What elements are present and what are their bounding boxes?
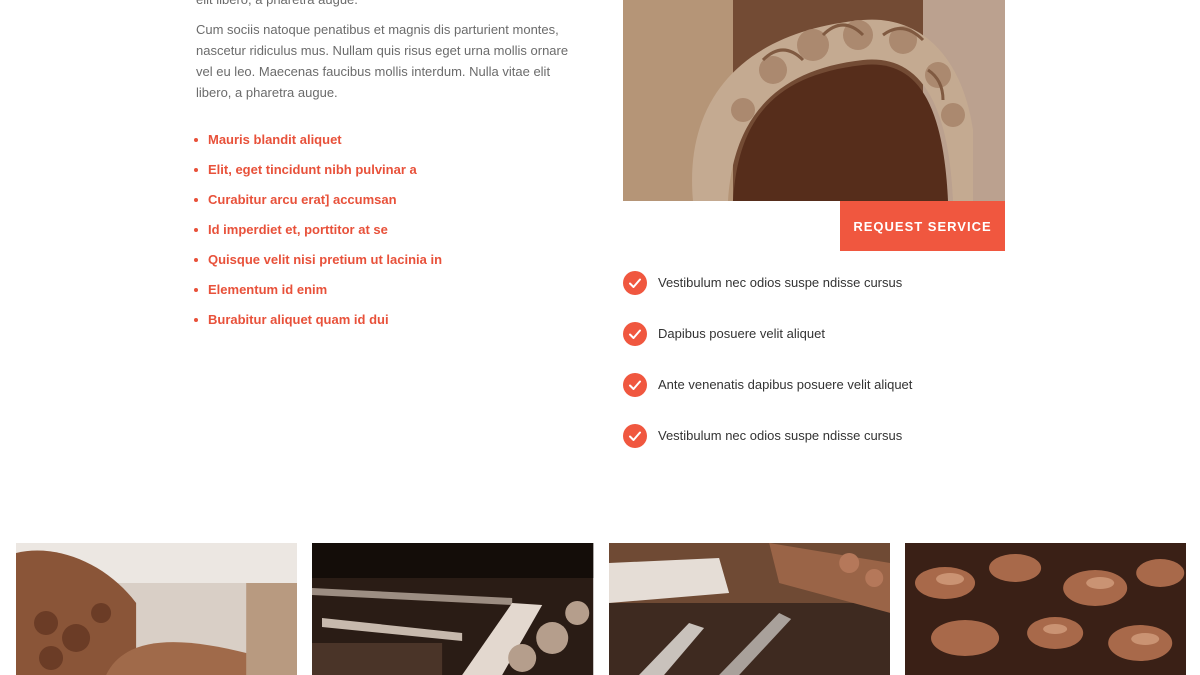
gallery-image[interactable] bbox=[312, 543, 594, 675]
chisels-workbench-illustration bbox=[608, 543, 890, 675]
checklist-text: Vestibulum nec odios suspe ndisse cursus bbox=[658, 275, 903, 290]
request-service-button[interactable]: REQUEST SERVICE bbox=[840, 201, 1005, 251]
carved-bench-illustration bbox=[16, 543, 298, 675]
feature-list-item: Id imperdiet et, porttitor at se bbox=[192, 218, 572, 248]
feature-list-item: Elit, eget tincidunt nibh pulvinar a bbox=[192, 158, 572, 188]
checklist-text: Dapibus posuere velit aliquet bbox=[658, 326, 825, 341]
check-icon bbox=[623, 373, 647, 397]
feature-list-item: Curabitur arcu erat] accumsan bbox=[192, 188, 572, 218]
checklist-item: Vestibulum nec odios suspe ndisse cursus bbox=[623, 424, 1043, 475]
gallery-image[interactable] bbox=[16, 543, 298, 675]
checklist-item: Ante venenatis dapibus posuere velit ali… bbox=[623, 373, 1043, 424]
feature-list: Mauris blandit aliquet Elit, eget tincid… bbox=[192, 128, 572, 338]
intro-paragraph: Cum sociis natoque penatibus et magnis d… bbox=[196, 22, 569, 100]
feature-list-item: Elementum id enim bbox=[192, 278, 572, 308]
checklist: Vestibulum nec odios suspe ndisse cursus… bbox=[623, 271, 1043, 475]
check-icon bbox=[623, 271, 647, 295]
checklist-text: Vestibulum nec odios suspe ndisse cursus bbox=[658, 428, 903, 443]
check-icon bbox=[623, 424, 647, 448]
check-icon bbox=[623, 322, 647, 346]
checklist-item: Dapibus posuere velit aliquet bbox=[623, 322, 1043, 373]
gallery-image[interactable] bbox=[904, 543, 1186, 675]
feature-list-item: Burabitur aliquet quam id dui bbox=[192, 308, 572, 338]
gallery-image[interactable] bbox=[608, 543, 890, 675]
ornamental-carving-illustration bbox=[904, 543, 1186, 675]
feature-list-item: Mauris blandit aliquet bbox=[192, 128, 572, 158]
hero-image bbox=[623, 0, 1005, 201]
cropped-text-line: elit libero, a pharetra augue. bbox=[196, 0, 358, 10]
checklist-text: Ante venenatis dapibus posuere velit ali… bbox=[658, 377, 913, 392]
image-gallery bbox=[16, 543, 1186, 675]
checklist-item: Vestibulum nec odios suspe ndisse cursus bbox=[623, 271, 1043, 322]
woodworking-tools-illustration bbox=[312, 543, 594, 675]
feature-list-item: Quisque velit nisi pretium ut lacinia in bbox=[192, 248, 572, 278]
carved-arch-illustration bbox=[623, 0, 1005, 201]
